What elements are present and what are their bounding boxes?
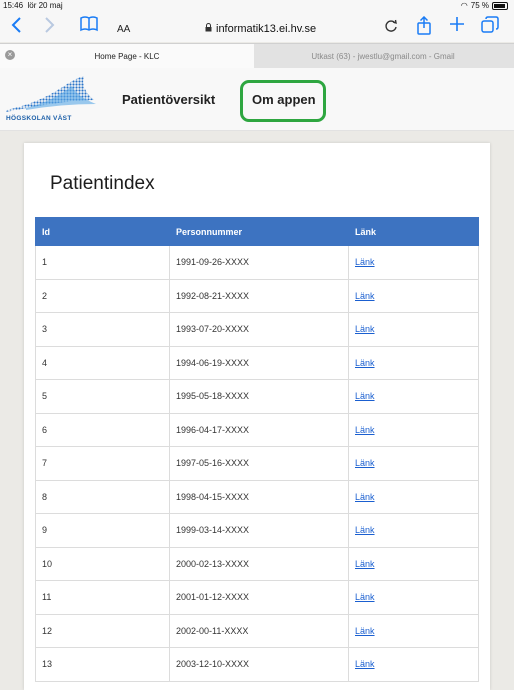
patient-link[interactable]: Länk — [355, 659, 375, 669]
status-bar: 15:46 lör 20 maj ◠ 75 % — [0, 0, 514, 11]
cell-id: 11 — [35, 580, 170, 615]
highlight-annotation — [240, 80, 326, 122]
cell-personnummer: 1999-03-14-XXXX — [169, 513, 349, 548]
cell-id: 1 — [35, 245, 170, 280]
close-icon[interactable]: × — [5, 50, 15, 60]
main-card: Patientindex Id Personnummer Länk 1 1991-… — [24, 143, 490, 690]
patient-link[interactable]: Länk — [355, 492, 375, 502]
cell-id: 13 — [35, 647, 170, 682]
logo-text: HÖGSKOLAN VÄST — [6, 115, 72, 122]
back-icon[interactable] — [10, 16, 22, 36]
reload-icon[interactable] — [384, 17, 398, 37]
cell-personnummer: 1991-09-26-XXXX — [169, 245, 349, 280]
cell-personnummer: 2002-00-11-XXXX — [169, 613, 349, 648]
table-row: 4 1994-06-19-XXXX Länk — [35, 345, 479, 380]
cell-personnummer: 1995-05-18-XXXX — [169, 379, 349, 414]
patient-table: Id Personnummer Länk 1 1991-09-26-XXXX Län… — [35, 217, 479, 682]
patient-link[interactable]: Länk — [355, 358, 375, 368]
cell-personnummer: 1998-04-15-XXXX — [169, 479, 349, 514]
bookmarks-icon[interactable] — [80, 16, 98, 36]
cell-id: 5 — [35, 379, 170, 414]
table-row: 9 1999-03-14-XXXX Länk — [35, 513, 479, 548]
cell-personnummer: 1994-06-19-XXXX — [169, 345, 349, 380]
tab-label: Utkast (63) - jwestlu@gmail.com - Gmail — [311, 52, 455, 61]
table-row: 1 1991-09-26-XXXX Länk — [35, 245, 479, 280]
table-row: 8 1998-04-15-XXXX Länk — [35, 479, 479, 514]
cell-personnummer: 2000-02-13-XXXX — [169, 546, 349, 581]
address-bar[interactable]: informatik13.ei.hv.se — [205, 23, 316, 35]
tab-gmail[interactable]: Utkast (63) - jwestlu@gmail.com - Gmail — [256, 44, 510, 69]
cell-personnummer: 2003-12-10-XXXX — [169, 647, 349, 682]
wifi-icon: ◠ — [460, 1, 468, 10]
cell-personnummer: 2001-01-12-XXXX — [169, 580, 349, 615]
patient-link[interactable]: Länk — [355, 425, 375, 435]
patient-link[interactable]: Länk — [355, 391, 375, 401]
patient-link[interactable]: Länk — [355, 291, 375, 301]
cell-personnummer: 1993-07-20-XXXX — [169, 312, 349, 347]
table-row: 6 1996-04-17-XXXX Länk — [35, 412, 479, 447]
tabs-overview-icon[interactable] — [481, 16, 499, 36]
column-header-link: Länk — [348, 217, 479, 246]
table-row: 11 2001-01-12-XXXX Länk — [35, 580, 479, 615]
patient-link[interactable]: Länk — [355, 592, 375, 602]
url-text: informatik13.ei.hv.se — [216, 23, 317, 35]
column-header-personnummer: Personnummer — [169, 217, 349, 246]
cell-id: 9 — [35, 513, 170, 548]
cell-id: 12 — [35, 613, 170, 648]
table-row: 10 2000-02-13-XXXX Länk — [35, 546, 479, 581]
page-title: Patientindex — [50, 173, 155, 194]
cell-personnummer: 1997-05-16-XXXX — [169, 446, 349, 481]
cell-id: 3 — [35, 312, 170, 347]
cell-id: 8 — [35, 479, 170, 514]
cell-id: 10 — [35, 546, 170, 581]
table-row: 12 2002-00-11-XXXX Länk — [35, 613, 479, 648]
table-row: 13 2003-12-10-XXXX Länk — [35, 647, 479, 682]
lock-icon — [205, 23, 212, 35]
forward-icon[interactable] — [44, 16, 56, 36]
patient-link[interactable]: Länk — [355, 559, 375, 569]
cell-id: 7 — [35, 446, 170, 481]
tab-bar: × Home Page - KLC Utkast (63) - jwestlu@… — [0, 43, 514, 69]
browser-toolbar: AA informatik13.ei.hv.se — [0, 11, 514, 42]
table-row: 3 1993-07-20-XXXX Länk — [35, 312, 479, 347]
share-icon[interactable] — [416, 15, 432, 36]
tab-label: Home Page - KLC — [94, 52, 160, 61]
battery-icon — [492, 1, 508, 10]
table-row: 7 1997-05-16-XXXX Länk — [35, 446, 479, 481]
patient-link[interactable]: Länk — [355, 458, 375, 468]
cell-id: 6 — [35, 412, 170, 447]
patient-link[interactable]: Länk — [355, 257, 375, 267]
text-size-button[interactable]: AA — [117, 24, 130, 35]
cell-personnummer: 1996-04-17-XXXX — [169, 412, 349, 447]
table-row: 2 1992-08-21-XXXX Länk — [35, 278, 479, 313]
table-row: 5 1995-05-18-XXXX Länk — [35, 379, 479, 414]
cell-id: 2 — [35, 278, 170, 313]
tab-home-page[interactable]: × Home Page - KLC — [0, 44, 254, 69]
status-time: 15:46 lör 20 maj — [3, 1, 63, 10]
cell-personnummer: 1992-08-21-XXXX — [169, 278, 349, 313]
battery-percent: 75 % — [470, 1, 489, 10]
patient-link[interactable]: Länk — [355, 525, 375, 535]
patient-link[interactable]: Länk — [355, 324, 375, 334]
patient-link[interactable]: Länk — [355, 626, 375, 636]
new-tab-icon[interactable] — [449, 16, 465, 36]
table-header-row: Id Personnummer Länk — [35, 217, 479, 246]
column-header-id: Id — [35, 217, 170, 246]
nav-link-patientoversikt[interactable]: Patientöversikt — [122, 92, 215, 107]
cell-id: 4 — [35, 345, 170, 380]
